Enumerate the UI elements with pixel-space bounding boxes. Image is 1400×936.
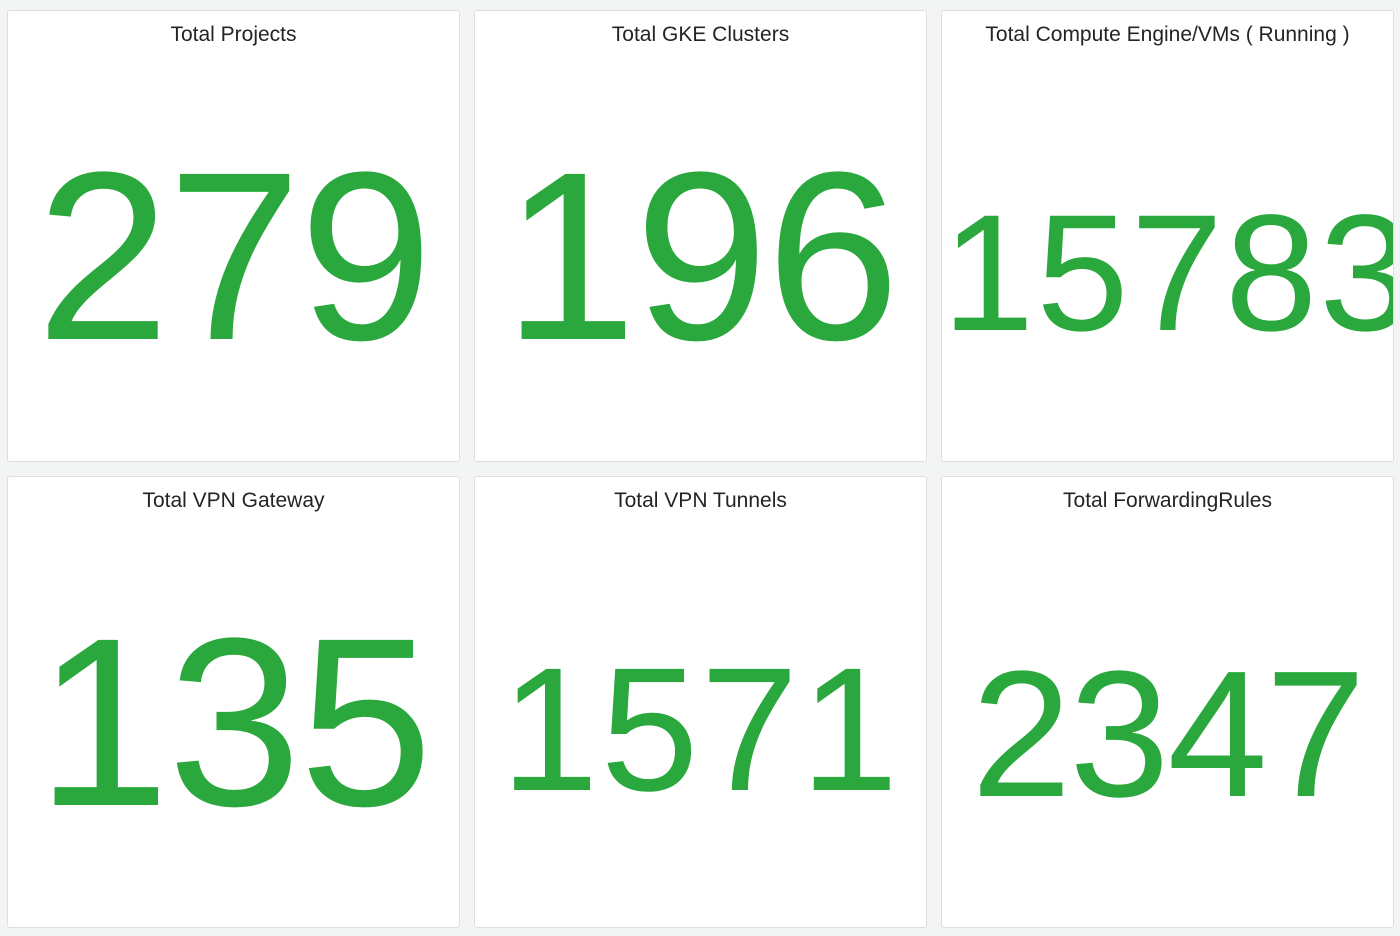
stat-value: 135 [36, 588, 432, 856]
stat-panel-total-compute-engine-vms[interactable]: Total Compute Engine/VMs ( Running ) 157… [941, 10, 1394, 462]
panel-title: Total Compute Engine/VMs ( Running ) [985, 23, 1350, 46]
stat-value: 15783 [942, 181, 1394, 366]
stat-value: 196 [503, 122, 899, 390]
stat-value: 1571 [500, 632, 901, 828]
panel-title: Total Projects [170, 23, 297, 46]
stat-panel-total-projects[interactable]: Total Projects 279 [7, 10, 460, 462]
panel-title: Total VPN Tunnels [614, 489, 787, 512]
stat-panel-total-forwarding-rules[interactable]: Total ForwardingRules 2347 [941, 476, 1394, 928]
panel-title: Total GKE Clusters [611, 23, 790, 46]
panel-title: Total ForwardingRules [1063, 489, 1272, 512]
stat-value: 2347 [971, 634, 1365, 835]
stat-panel-total-vpn-tunnels[interactable]: Total VPN Tunnels 1571 [474, 476, 927, 928]
panel-title: Total VPN Gateway [142, 489, 325, 512]
stat-value: 279 [36, 122, 432, 390]
stat-panel-total-vpn-gateway[interactable]: Total VPN Gateway 135 [7, 476, 460, 928]
stat-panel-total-gke-clusters[interactable]: Total GKE Clusters 196 [474, 10, 927, 462]
